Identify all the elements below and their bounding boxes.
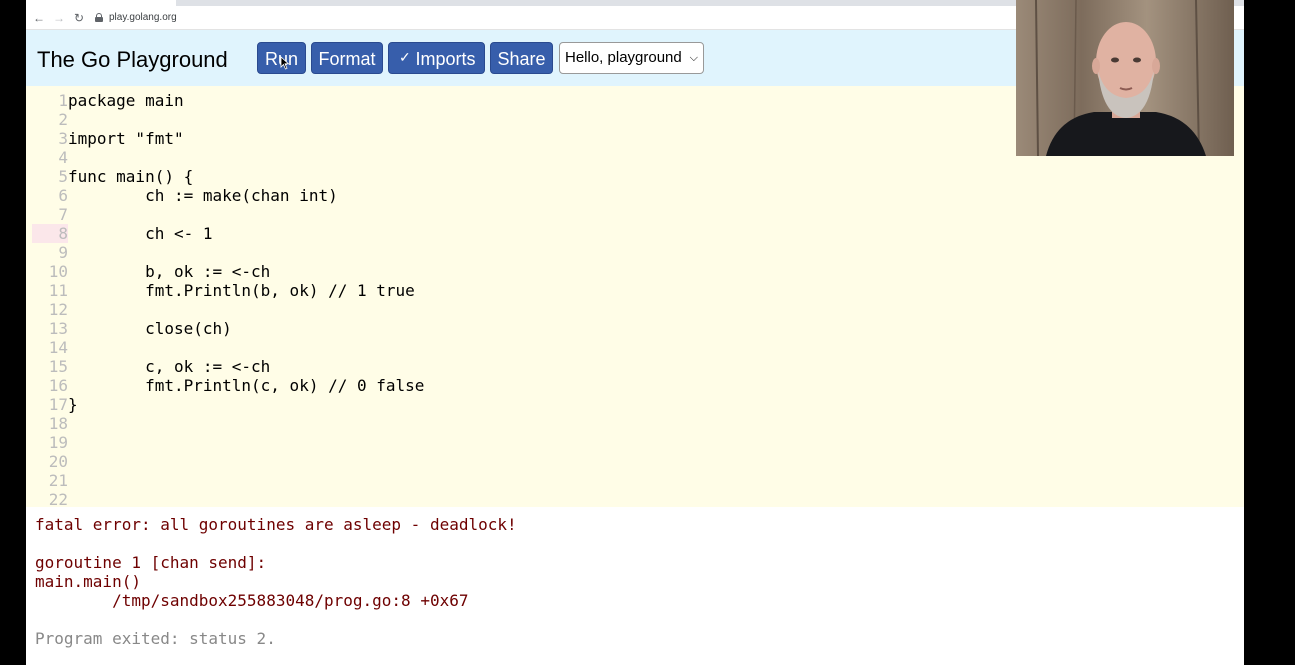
code-line[interactable]: 7 bbox=[26, 205, 1244, 224]
code-line[interactable]: 16 fmt.Println(c, ok) // 0 false bbox=[26, 376, 1244, 395]
forward-arrow-icon[interactable]: → bbox=[49, 11, 69, 25]
code-line[interactable]: 21 bbox=[26, 471, 1244, 490]
imports-toggle[interactable]: ✓ Imports bbox=[388, 42, 485, 74]
code-text[interactable]: ch := make(chan int) bbox=[68, 186, 338, 205]
output-line: fatal error: all goroutines are asleep -… bbox=[35, 515, 517, 534]
line-number: 16 bbox=[48, 376, 68, 395]
code-text[interactable]: fmt.Println(c, ok) // 0 false bbox=[68, 376, 424, 395]
chevron-down-icon: ⌵ bbox=[689, 52, 698, 64]
line-number: 20 bbox=[48, 452, 68, 471]
line-number: 3 bbox=[58, 129, 68, 148]
line-number: 18 bbox=[48, 414, 68, 433]
output-line: /tmp/sandbox255883048/prog.go:8 +0x67 bbox=[35, 591, 469, 610]
format-button[interactable]: Format bbox=[311, 42, 383, 74]
line-number: 7 bbox=[58, 205, 68, 224]
code-line[interactable]: 8 ch <- 1 bbox=[26, 224, 1244, 243]
code-line[interactable]: 10 b, ok := <-ch bbox=[26, 262, 1244, 281]
output-panel: fatal error: all goroutines are asleep -… bbox=[26, 507, 1244, 665]
code-line[interactable]: 9 bbox=[26, 243, 1244, 262]
line-number: 11 bbox=[48, 281, 68, 300]
imports-label: Imports bbox=[415, 49, 476, 69]
reload-icon[interactable]: ↻ bbox=[69, 11, 89, 25]
output-line: goroutine 1 [chan send]: bbox=[35, 553, 267, 572]
line-number: 1 bbox=[58, 91, 68, 110]
code-line[interactable]: 17} bbox=[26, 395, 1244, 414]
examples-selected-value: Hello, playground bbox=[565, 49, 682, 66]
page-title: The Go Playground bbox=[37, 47, 228, 72]
code-text[interactable]: close(ch) bbox=[68, 319, 232, 338]
line-number: 9 bbox=[58, 243, 68, 262]
code-text[interactable]: ch <- 1 bbox=[68, 224, 212, 243]
code-line[interactable]: 12 bbox=[26, 300, 1244, 319]
code-line[interactable]: 11 fmt.Println(b, ok) // 1 true bbox=[26, 281, 1244, 300]
url-text[interactable]: play.golang.org bbox=[109, 12, 177, 23]
presenter-image bbox=[1016, 0, 1234, 156]
code-text[interactable]: func main() { bbox=[68, 167, 193, 186]
share-button[interactable]: Share bbox=[490, 42, 553, 74]
line-number: 14 bbox=[48, 338, 68, 357]
line-number: 2 bbox=[58, 110, 68, 129]
code-text[interactable]: c, ok := <-ch bbox=[68, 357, 270, 376]
output-line: main.main() bbox=[35, 572, 141, 591]
code-line[interactable]: 20 bbox=[26, 452, 1244, 471]
line-number: 17 bbox=[48, 395, 68, 414]
line-number: 21 bbox=[48, 471, 68, 490]
code-line[interactable]: 18 bbox=[26, 414, 1244, 433]
line-number: 6 bbox=[58, 186, 68, 205]
code-line[interactable]: 19 bbox=[26, 433, 1244, 452]
checkbox-icon[interactable]: ✓ bbox=[399, 41, 411, 73]
line-number: 13 bbox=[48, 319, 68, 338]
webcam-overlay bbox=[1016, 0, 1234, 156]
code-line[interactable]: 14 bbox=[26, 338, 1244, 357]
lock-icon[interactable] bbox=[95, 13, 103, 22]
line-number: 8 bbox=[32, 224, 68, 243]
line-number: 15 bbox=[48, 357, 68, 376]
line-number: 4 bbox=[58, 148, 68, 167]
line-number: 22 bbox=[48, 490, 68, 507]
code-text[interactable]: package main bbox=[68, 91, 184, 110]
code-text[interactable]: } bbox=[68, 395, 78, 414]
line-number: 10 bbox=[48, 262, 68, 281]
code-line[interactable]: 22 bbox=[26, 490, 1244, 507]
code-line[interactable]: 15 c, ok := <-ch bbox=[26, 357, 1244, 376]
examples-select[interactable]: Hello, playground ⌵ bbox=[559, 42, 704, 74]
code-line[interactable]: 5 func main() { bbox=[26, 167, 1244, 186]
code-text[interactable]: b, ok := <-ch bbox=[68, 262, 270, 281]
line-number: 12 bbox=[48, 300, 68, 319]
exit-status: Program exited: status 2. bbox=[35, 629, 276, 648]
line-number: 19 bbox=[48, 433, 68, 452]
line-number: 5 bbox=[58, 167, 68, 186]
code-text[interactable]: fmt.Println(b, ok) // 1 true bbox=[68, 281, 415, 300]
code-line[interactable]: 13 close(ch) bbox=[26, 319, 1244, 338]
back-arrow-icon[interactable]: ← bbox=[29, 11, 49, 25]
code-text[interactable]: import "fmt" bbox=[68, 129, 184, 148]
code-line[interactable]: 6 ch := make(chan int) bbox=[26, 186, 1244, 205]
